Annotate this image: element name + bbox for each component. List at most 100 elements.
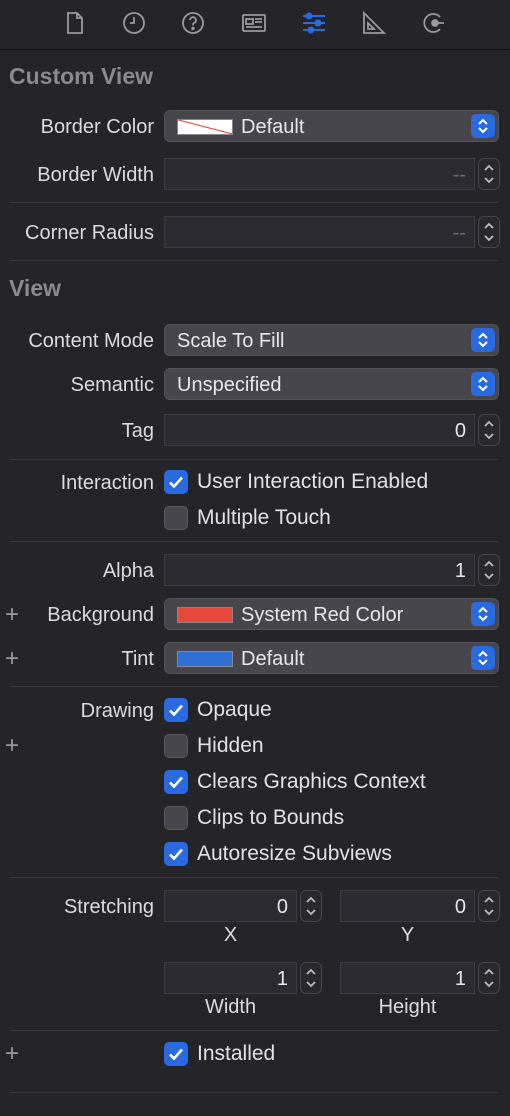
stretching-height-value: 1 — [454, 968, 466, 990]
opaque-checkbox[interactable] — [164, 698, 188, 722]
section-title-view: View — [9, 275, 61, 301]
multiple-touch-label: Multiple Touch — [197, 506, 331, 529]
background-color-swatch — [177, 607, 233, 623]
stretching-label: Stretching — [63, 896, 154, 918]
user-interaction-label: User Interaction Enabled — [197, 470, 429, 493]
border-width-field[interactable]: -- — [164, 158, 475, 190]
semantic-value: Unspecified — [177, 374, 282, 396]
help-inspector-icon[interactable] — [178, 8, 208, 38]
border-color-swatch — [177, 119, 233, 135]
stepper-up-icon[interactable] — [306, 895, 316, 905]
background-label: Background — [47, 604, 154, 626]
stepper-down-icon[interactable] — [306, 907, 316, 917]
stepper-down-icon[interactable] — [306, 979, 316, 989]
tag-field[interactable]: 0 — [164, 414, 475, 446]
divider — [10, 541, 498, 542]
background-popup[interactable]: System Red Color — [164, 598, 499, 630]
background-value: System Red Color — [241, 604, 404, 626]
checkmark-icon — [169, 1048, 183, 1061]
clears-graphics-context-label: Clears Graphics Context — [197, 770, 426, 793]
popup-arrows-icon — [471, 328, 495, 352]
stretching-y-field[interactable]: 0 — [340, 890, 475, 922]
stretching-width-stepper[interactable] — [300, 962, 322, 994]
popup-arrows-icon — [471, 114, 495, 138]
stepper-up-icon[interactable] — [484, 967, 494, 977]
corner-radius-value: -- — [452, 222, 466, 244]
stepper-up-icon[interactable] — [484, 559, 494, 569]
stretching-y-value: 0 — [454, 896, 466, 918]
stepper-down-icon[interactable] — [484, 175, 494, 185]
stretching-height-stepper[interactable] — [478, 962, 500, 994]
stepper-down-icon[interactable] — [484, 907, 494, 917]
checkmark-icon — [169, 848, 183, 861]
clips-to-bounds-label: Clips to Bounds — [197, 806, 345, 829]
stepper-down-icon[interactable] — [484, 431, 494, 441]
stepper-down-icon[interactable] — [484, 979, 494, 989]
clears-graphics-context-checkbox[interactable] — [164, 770, 188, 794]
identity-inspector-icon[interactable] — [239, 8, 269, 38]
corner-radius-field[interactable]: -- — [164, 216, 475, 248]
opaque-label: Opaque — [197, 698, 272, 721]
divider — [10, 1030, 498, 1031]
stepper-up-icon[interactable] — [484, 221, 494, 231]
popup-arrows-icon — [471, 372, 495, 396]
corner-radius-label: Corner Radius — [25, 222, 154, 244]
attributes-inspector-icon[interactable] — [299, 8, 329, 38]
divider — [10, 260, 498, 261]
installed-checkbox[interactable] — [164, 1042, 188, 1066]
interaction-label: Interaction — [60, 472, 154, 494]
history-inspector-icon[interactable] — [119, 8, 149, 38]
stretching-x-stepper[interactable] — [300, 890, 322, 922]
border-color-label: Border Color — [40, 116, 154, 138]
add-variation-tint-button[interactable]: + — [5, 647, 19, 671]
file-inspector-icon[interactable] — [60, 8, 90, 38]
connections-inspector-icon[interactable] — [418, 8, 448, 38]
stretching-height-field[interactable]: 1 — [340, 962, 475, 994]
content-mode-popup[interactable]: Scale To Fill — [164, 324, 499, 356]
stepper-up-icon[interactable] — [484, 895, 494, 905]
user-interaction-checkbox[interactable] — [164, 470, 188, 494]
stepper-up-icon[interactable] — [484, 163, 494, 173]
stretching-y-caption: Y — [400, 924, 415, 946]
stepper-up-icon[interactable] — [484, 419, 494, 429]
stretching-width-field[interactable]: 1 — [164, 962, 297, 994]
corner-radius-stepper[interactable] — [478, 216, 500, 248]
checkmark-icon — [169, 704, 183, 717]
autoresize-subviews-checkbox[interactable] — [164, 842, 188, 866]
alpha-field[interactable]: 1 — [164, 554, 475, 586]
stretching-x-value: 0 — [276, 896, 288, 918]
divider — [10, 686, 498, 687]
stretching-x-caption: X — [223, 924, 238, 946]
drawing-label: Drawing — [80, 700, 154, 722]
stretching-width-caption: Width — [204, 996, 257, 1018]
multiple-touch-checkbox[interactable] — [164, 506, 188, 530]
stepper-down-icon[interactable] — [484, 571, 494, 581]
size-inspector-icon[interactable] — [358, 8, 388, 38]
add-variation-background-button[interactable]: + — [5, 603, 19, 627]
border-width-label: Border Width — [37, 164, 154, 186]
alpha-value: 1 — [454, 560, 466, 582]
stretching-height-caption: Height — [378, 996, 437, 1018]
alpha-stepper[interactable] — [478, 554, 500, 586]
border-color-popup[interactable]: Default — [164, 110, 499, 142]
clips-to-bounds-checkbox[interactable] — [164, 806, 188, 830]
divider — [10, 459, 498, 460]
border-width-stepper[interactable] — [478, 158, 500, 190]
popup-arrows-icon — [471, 602, 495, 626]
border-width-value: -- — [452, 164, 466, 186]
hidden-checkbox[interactable] — [164, 734, 188, 758]
tint-popup[interactable]: Default — [164, 642, 499, 674]
divider — [10, 202, 498, 203]
inspector-toolbar — [0, 0, 510, 50]
add-variation-installed-button[interactable]: + — [5, 1042, 19, 1066]
semantic-popup[interactable]: Unspecified — [164, 368, 499, 400]
checkmark-icon — [169, 776, 183, 789]
stepper-up-icon[interactable] — [306, 967, 316, 977]
stretching-y-stepper[interactable] — [478, 890, 500, 922]
border-color-value: Default — [241, 116, 305, 138]
add-variation-hidden-button[interactable]: + — [5, 734, 19, 758]
content-mode-label: Content Mode — [28, 330, 154, 352]
tag-stepper[interactable] — [478, 414, 500, 446]
stepper-down-icon[interactable] — [484, 233, 494, 243]
stretching-x-field[interactable]: 0 — [164, 890, 297, 922]
